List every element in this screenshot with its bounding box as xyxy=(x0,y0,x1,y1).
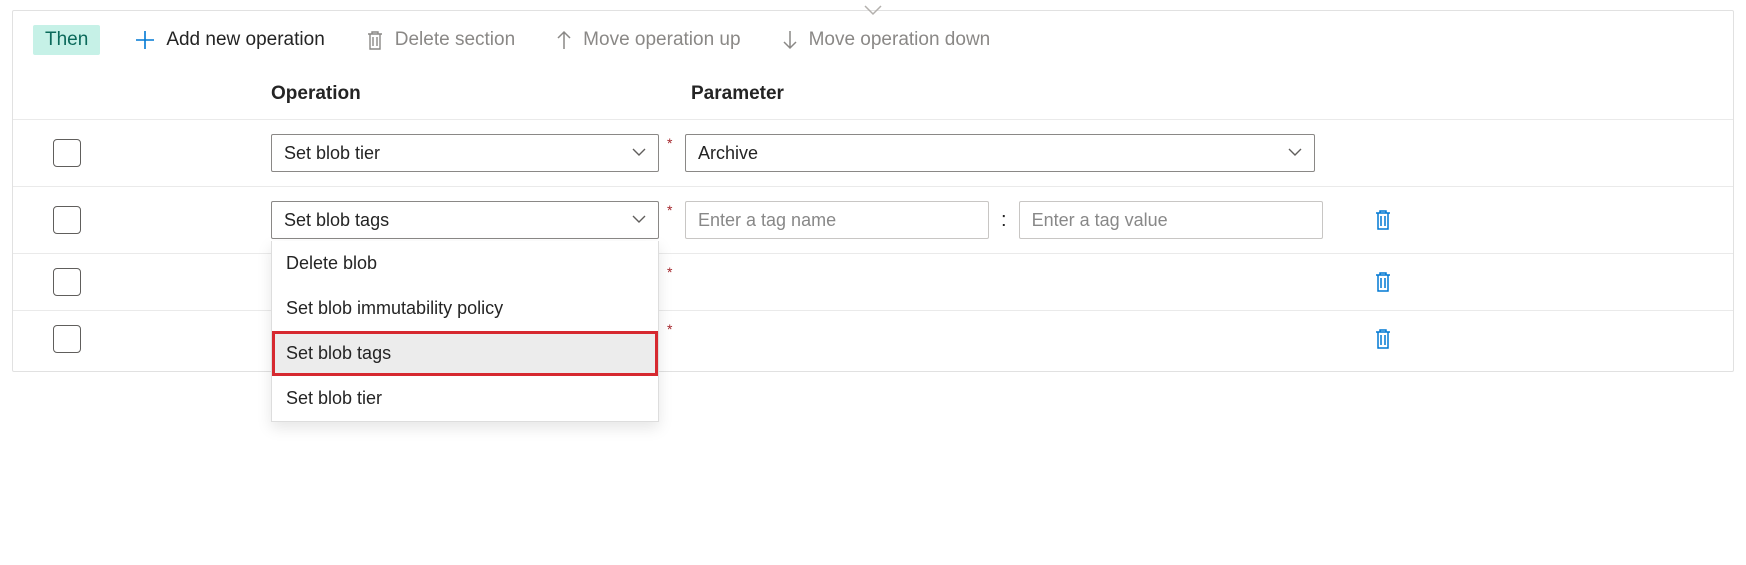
plus-icon xyxy=(134,29,156,51)
add-new-operation-button[interactable]: Add new operation xyxy=(128,28,330,52)
move-operation-down-button: Move operation down xyxy=(775,28,997,52)
header-parameter: Parameter xyxy=(691,83,784,105)
delete-row-button[interactable] xyxy=(1373,327,1393,351)
operation-row: Set blob tier * Archive xyxy=(13,120,1733,186)
row-checkbox[interactable] xyxy=(53,325,81,353)
chevron-down-icon xyxy=(864,1,882,22)
delete-row-button[interactable] xyxy=(1373,208,1393,232)
parameter-select[interactable]: Archive xyxy=(685,134,1315,172)
arrow-up-icon xyxy=(555,29,573,51)
move-down-label: Move operation down xyxy=(809,29,991,51)
parameter-select-value: Archive xyxy=(698,143,758,164)
row-checkbox[interactable] xyxy=(53,139,81,167)
operation-select[interactable]: Set blob tags xyxy=(271,201,659,239)
tag-value-input[interactable] xyxy=(1019,201,1323,239)
colon-separator: : xyxy=(1001,209,1007,232)
delete-section-label: Delete section xyxy=(395,29,515,51)
row-checkbox[interactable] xyxy=(53,268,81,296)
operation-select[interactable]: Set blob tier xyxy=(271,134,659,172)
arrow-down-icon xyxy=(781,29,799,51)
operation-row: Set blob tags Delete blob Set blob immut… xyxy=(13,186,1733,253)
table-headers: Operation Parameter xyxy=(13,69,1733,119)
dropdown-option[interactable]: Set blob tags xyxy=(272,331,658,376)
delete-row-button[interactable] xyxy=(1373,270,1393,294)
add-new-operation-label: Add new operation xyxy=(166,29,324,51)
dropdown-option[interactable]: Set blob tier xyxy=(272,376,658,421)
chevron-down-icon xyxy=(632,215,646,225)
operation-select-value: Set blob tags xyxy=(284,210,389,231)
chevron-down-icon xyxy=(1288,148,1302,158)
dropdown-option[interactable]: Delete blob xyxy=(272,241,658,286)
required-indicator: * xyxy=(659,321,685,337)
row-checkbox[interactable] xyxy=(53,206,81,234)
required-indicator: * xyxy=(659,264,685,280)
dropdown-option[interactable]: Set blob immutability policy xyxy=(272,286,658,331)
trash-icon xyxy=(365,29,385,51)
move-operation-up-button: Move operation up xyxy=(549,28,746,52)
chevron-down-icon xyxy=(632,148,646,158)
then-badge: Then xyxy=(33,25,100,55)
tag-name-input[interactable] xyxy=(685,201,989,239)
move-up-label: Move operation up xyxy=(583,29,740,51)
required-indicator: * xyxy=(659,135,685,151)
operation-select-value: Set blob tier xyxy=(284,143,380,164)
required-indicator: * xyxy=(659,202,685,218)
then-section: Then Add new operation Delete section Mo… xyxy=(12,10,1734,372)
delete-section-button: Delete section xyxy=(359,28,521,52)
operation-dropdown: Delete blob Set blob immutability policy… xyxy=(271,241,659,422)
header-operation: Operation xyxy=(271,83,691,105)
